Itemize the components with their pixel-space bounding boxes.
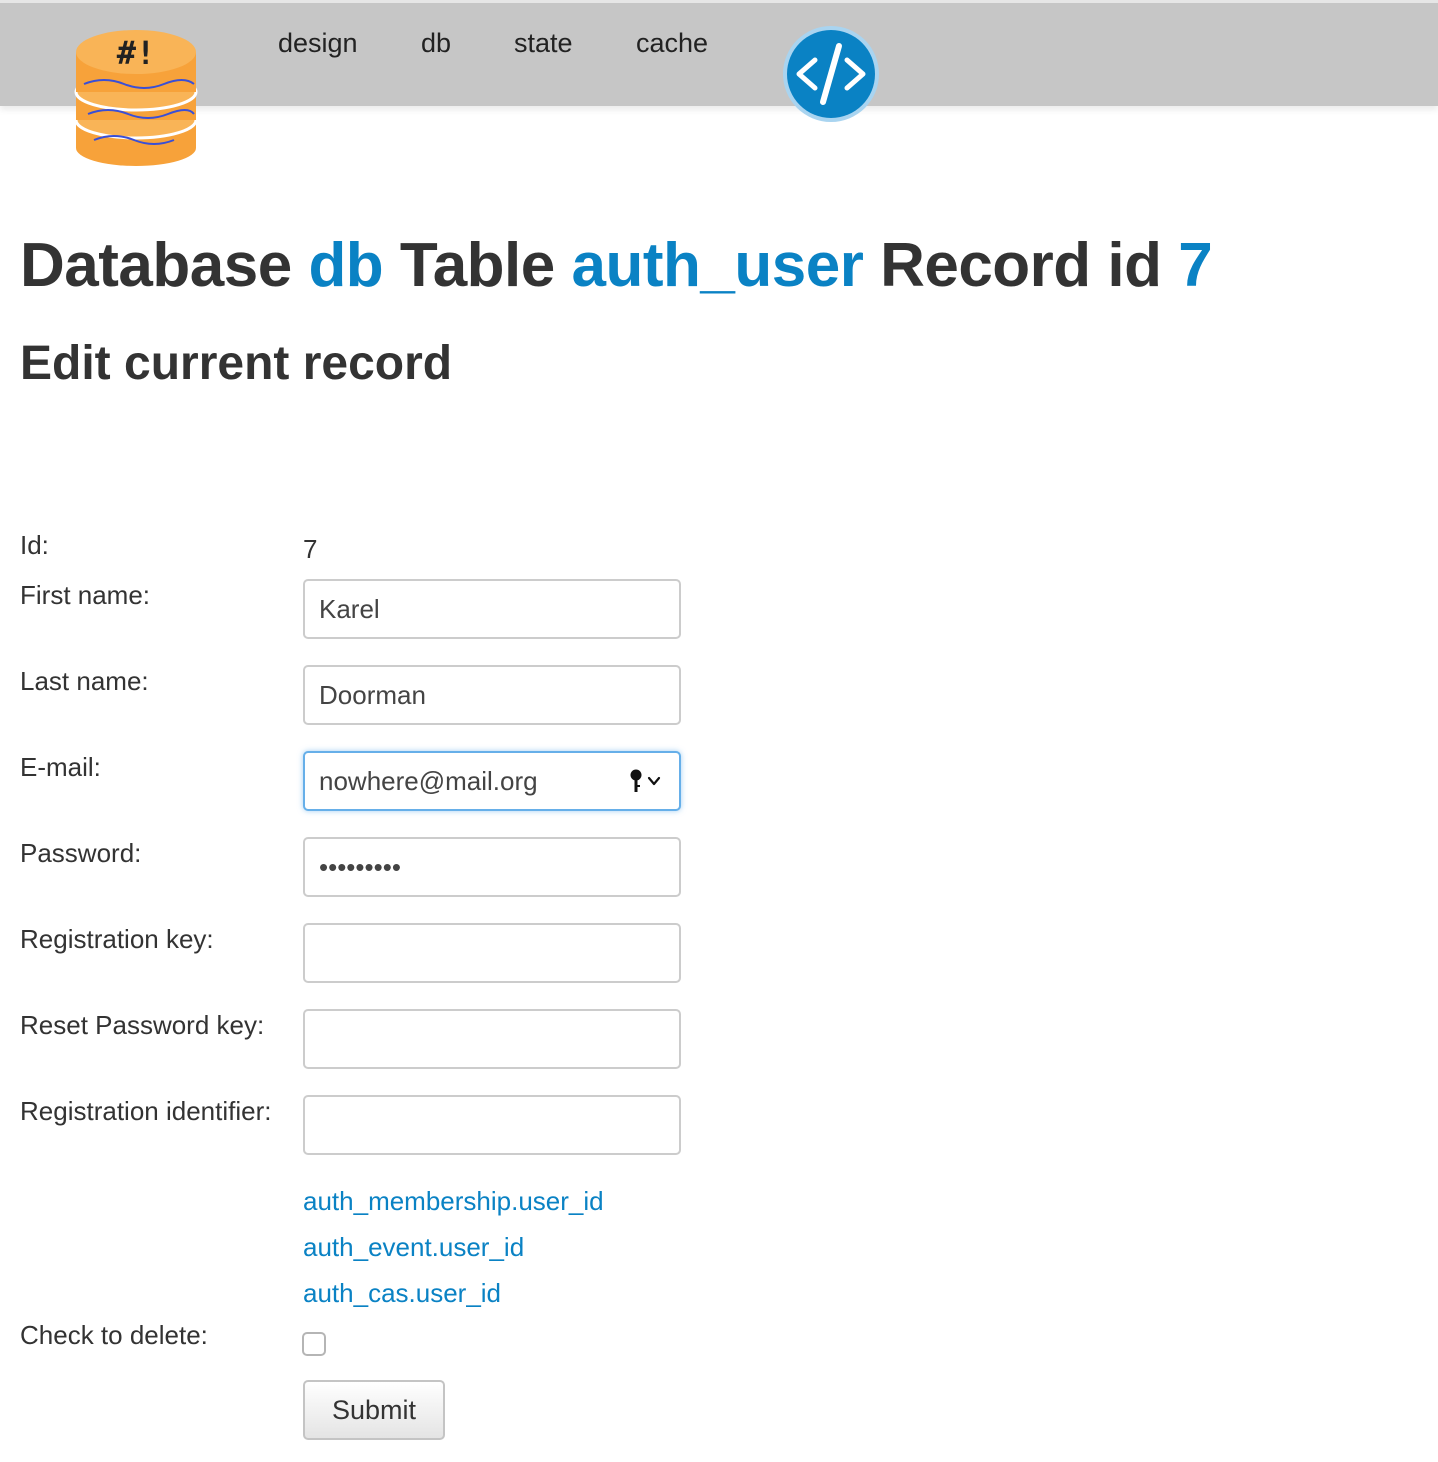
nav-db[interactable]: db (421, 28, 451, 59)
registration-identifier-input[interactable] (303, 1095, 681, 1155)
nav-design[interactable]: design (278, 28, 358, 59)
delete-label: Check to delete: (20, 1320, 208, 1350)
database-stack-icon[interactable]: #! (74, 22, 198, 168)
code-tag-icon[interactable] (781, 24, 881, 124)
password-input[interactable] (303, 837, 681, 897)
id-label: Id: (20, 530, 49, 560)
email-input[interactable] (303, 751, 681, 811)
table-link[interactable]: auth_user (572, 231, 864, 300)
reset-password-key-input[interactable] (303, 1009, 681, 1069)
logo-text: #! (117, 34, 156, 72)
id-value: 7 (303, 534, 318, 564)
ref-link-auth-event[interactable]: auth_event.user_id (303, 1232, 524, 1263)
last-name-input[interactable] (303, 665, 681, 725)
first-name-label: First name: (20, 580, 151, 610)
last-name-label: Last name: (20, 666, 149, 696)
password-key-icon[interactable] (627, 768, 665, 794)
title-table-word: Table (399, 231, 555, 300)
page-title: Database db Table auth_user Record id 7 (20, 230, 1213, 301)
password-label: Password: (20, 838, 142, 868)
nav-cache[interactable]: cache (636, 28, 708, 59)
first-name-input[interactable] (303, 579, 681, 639)
submit-button[interactable]: Submit (303, 1380, 445, 1440)
registration-key-label: Registration key: (20, 924, 214, 954)
reset-password-key-label: Reset Password key: (20, 1010, 265, 1040)
delete-checkbox[interactable] (302, 1332, 326, 1356)
top-navbar (0, 0, 1438, 106)
nav-state[interactable]: state (514, 28, 573, 59)
registration-key-input[interactable] (303, 923, 681, 983)
title-record-word: Record id (880, 231, 1162, 300)
database-link[interactable]: db (308, 231, 383, 300)
ref-link-auth-cas[interactable]: auth_cas.user_id (303, 1278, 501, 1309)
registration-identifier-label: Registration identifier: (20, 1096, 272, 1126)
record-id-link[interactable]: 7 (1178, 231, 1212, 300)
ref-link-auth-membership[interactable]: auth_membership.user_id (303, 1186, 604, 1217)
page-subtitle: Edit current record (20, 337, 453, 390)
title-database-word: Database (20, 231, 292, 300)
email-label: E-mail: (20, 752, 101, 782)
